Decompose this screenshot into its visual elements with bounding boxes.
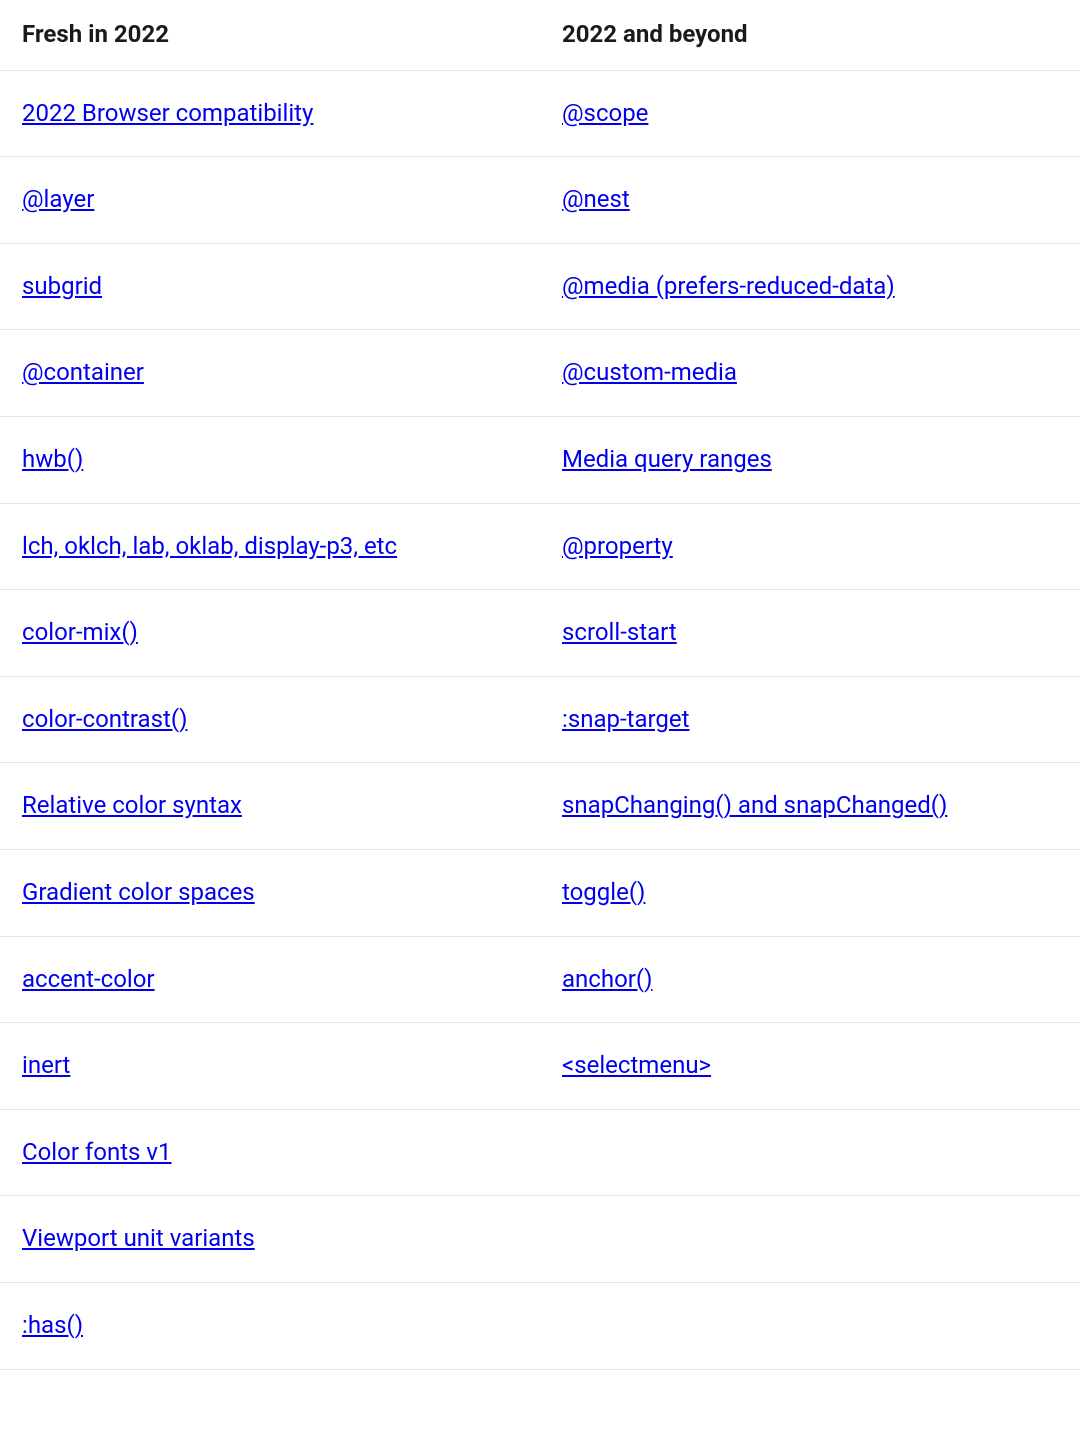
table-row: inert <selectmenu> [0,1023,1080,1110]
table-row: Viewport unit variants [0,1196,1080,1283]
table-row: accent-color anchor() [0,936,1080,1023]
feature-link[interactable]: inert [22,1051,70,1079]
feature-link[interactable]: @container [22,358,144,386]
feature-link[interactable]: @nest [562,185,630,213]
feature-link[interactable]: accent-color [22,965,155,993]
table-row: color-contrast() :snap-target [0,676,1080,763]
feature-link[interactable]: Color fonts v1 [22,1138,172,1166]
feature-link[interactable]: @layer [22,185,94,213]
feature-link[interactable]: lch, oklch, lab, oklab, display-p3, etc [22,532,397,560]
column-header-beyond: 2022 and beyond [540,0,1080,70]
feature-link[interactable]: hwb() [22,445,83,473]
feature-link[interactable]: @custom-media [562,358,737,386]
table-row: lch, oklch, lab, oklab, display-p3, etc … [0,503,1080,590]
table-row: color-mix() scroll-start [0,590,1080,677]
feature-link[interactable]: Viewport unit variants [22,1224,255,1252]
empty-cell [540,1109,1080,1196]
feature-link[interactable]: :has() [22,1311,83,1339]
table-row: :has() [0,1282,1080,1369]
feature-link[interactable]: Relative color syntax [22,791,242,819]
feature-link[interactable]: scroll-start [562,618,677,646]
table-row: @layer @nest [0,157,1080,244]
feature-link[interactable]: @property [562,532,673,560]
feature-link[interactable]: 2022 Browser compatibility [22,99,313,127]
feature-link[interactable]: anchor() [562,965,652,993]
features-table: Fresh in 2022 2022 and beyond 2022 Brows… [0,0,1080,1370]
feature-link[interactable]: color-contrast() [22,705,187,733]
table-row: subgrid @media (prefers-reduced-data) [0,243,1080,330]
table-row: Relative color syntax snapChanging() and… [0,763,1080,850]
empty-cell [540,1282,1080,1369]
empty-cell [540,1196,1080,1283]
table-header-row: Fresh in 2022 2022 and beyond [0,0,1080,70]
table-row: @container @custom-media [0,330,1080,417]
feature-link[interactable]: snapChanging() and snapChanged() [562,791,947,819]
feature-link[interactable]: :snap-target [562,705,690,733]
feature-link[interactable]: Media query ranges [562,445,772,473]
column-header-fresh: Fresh in 2022 [0,0,540,70]
feature-link[interactable]: Gradient color spaces [22,878,255,906]
table-row: Gradient color spaces toggle() [0,849,1080,936]
feature-link[interactable]: toggle() [562,878,645,906]
table-row: 2022 Browser compatibility @scope [0,70,1080,157]
feature-link[interactable]: <selectmenu> [562,1051,711,1079]
table-row: Color fonts v1 [0,1109,1080,1196]
feature-link[interactable]: @scope [562,99,648,127]
feature-link[interactable]: @media (prefers-reduced-data) [562,272,895,300]
feature-link[interactable]: color-mix() [22,618,138,646]
table-row: hwb() Media query ranges [0,416,1080,503]
feature-link[interactable]: subgrid [22,272,102,300]
